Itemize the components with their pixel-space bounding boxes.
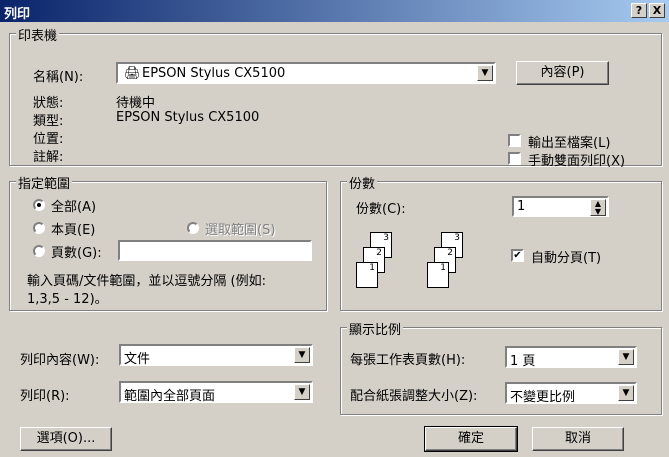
where-label: 位置: <box>33 132 64 147</box>
pages-per-sheet-label: 每張工作表頁數(H): <box>350 353 466 368</box>
manual-duplex-label[interactable]: 手動雙面列印(X) <box>528 150 625 169</box>
spinner-arrows-icon[interactable]: ▲ ▼ <box>590 199 606 216</box>
page-icon: 1 <box>427 262 449 288</box>
type-label: 類型: <box>33 114 64 129</box>
printer-icon: 🖨 <box>124 66 141 81</box>
chevron-down-icon[interactable]: ▼ <box>294 384 310 400</box>
properties-button[interactable]: 內容(P) <box>516 61 609 85</box>
range-current-label[interactable]: 本頁(E) <box>51 219 95 238</box>
close-button[interactable]: X <box>649 3 665 18</box>
collate-label[interactable]: 自動分頁(T) <box>531 247 601 266</box>
copies-value[interactable]: 1 <box>517 199 525 214</box>
print-select[interactable]: 範圍內全部頁面 ▼ <box>119 381 313 404</box>
pages-input[interactable] <box>118 240 312 261</box>
chevron-down-icon[interactable]: ▼ <box>618 349 634 365</box>
chevron-down-icon[interactable]: ▼ <box>294 347 310 363</box>
collate-checkbox[interactable]: ✔ <box>511 249 524 262</box>
scale-label: 配合紙張調整大小(Z): <box>350 389 478 404</box>
manual-duplex-checkbox[interactable] <box>508 152 521 165</box>
status-value: 待機中 <box>116 96 156 111</box>
print-dialog: 列印 ? X 印表機 名稱(N): 🖨 EPSON Stylus CX5100 … <box>0 0 669 457</box>
ok-button[interactable]: 確定 <box>424 426 518 452</box>
range-selection-radio <box>187 222 199 234</box>
print-what-value: 文件 <box>124 352 151 367</box>
print-what-label: 列印內容(W): <box>20 353 100 368</box>
comment-label: 註解: <box>33 150 64 165</box>
range-hint-line2: 1,3,5 - 12)。 <box>27 292 108 307</box>
printer-name-value: EPSON Stylus CX5100 <box>142 66 286 81</box>
status-label: 狀態: <box>33 96 64 111</box>
window-title: 列印 <box>4 7 31 22</box>
printer-name-label: 名稱(N): <box>33 70 84 85</box>
printer-group-label: 印表機 <box>16 25 60 44</box>
chevron-down-icon[interactable]: ▼ <box>618 385 634 401</box>
radio-selected-dot <box>37 203 41 207</box>
pages-per-sheet-value: 1 頁 <box>510 354 536 369</box>
pages-per-sheet-select[interactable]: 1 頁 ▼ <box>505 346 637 369</box>
page-range-group-label: 指定範圍 <box>16 173 73 192</box>
scale-value: 不變更比例 <box>510 390 576 405</box>
range-current-radio[interactable] <box>33 222 45 234</box>
help-button[interactable]: ? <box>631 3 647 18</box>
scale-select[interactable]: 不變更比例 ▼ <box>505 382 637 405</box>
zoom-group-label: 顯示比例 <box>347 319 404 338</box>
range-selection-label: 選取範圍(S) <box>205 223 276 238</box>
options-button[interactable]: 選項(O)... <box>20 427 112 451</box>
range-hint-line1: 輸入頁碼/文件範圍，並以逗號分隔 (例如: <box>27 274 266 289</box>
print-to-file-label[interactable]: 輸出至檔案(L) <box>528 132 610 151</box>
chevron-down-icon[interactable]: ▼ <box>477 65 493 81</box>
printer-name-select[interactable]: 🖨 EPSON Stylus CX5100 ▼ <box>116 62 496 84</box>
title-bar: 列印 ? X <box>0 0 669 22</box>
range-all-label[interactable]: 全部(A) <box>51 196 96 215</box>
print-value: 範圍內全部頁面 <box>124 389 216 404</box>
print-to-file-checkbox[interactable] <box>508 134 521 147</box>
print-label: 列印(R): <box>20 389 70 404</box>
type-value: EPSON Stylus CX5100 <box>116 110 260 125</box>
copies-label: 份數(C): <box>356 202 406 217</box>
range-pages-radio[interactable] <box>33 245 45 257</box>
range-pages-label[interactable]: 頁數(G): <box>51 242 102 261</box>
copies-group-label: 份數 <box>347 173 378 192</box>
range-all-radio[interactable] <box>33 199 45 211</box>
print-what-select[interactable]: 文件 ▼ <box>119 344 313 367</box>
copies-spinner[interactable]: 1 ▲ ▼ <box>512 196 609 217</box>
cancel-button[interactable]: 取消 <box>532 427 624 451</box>
page-icon: 1 <box>356 262 378 288</box>
